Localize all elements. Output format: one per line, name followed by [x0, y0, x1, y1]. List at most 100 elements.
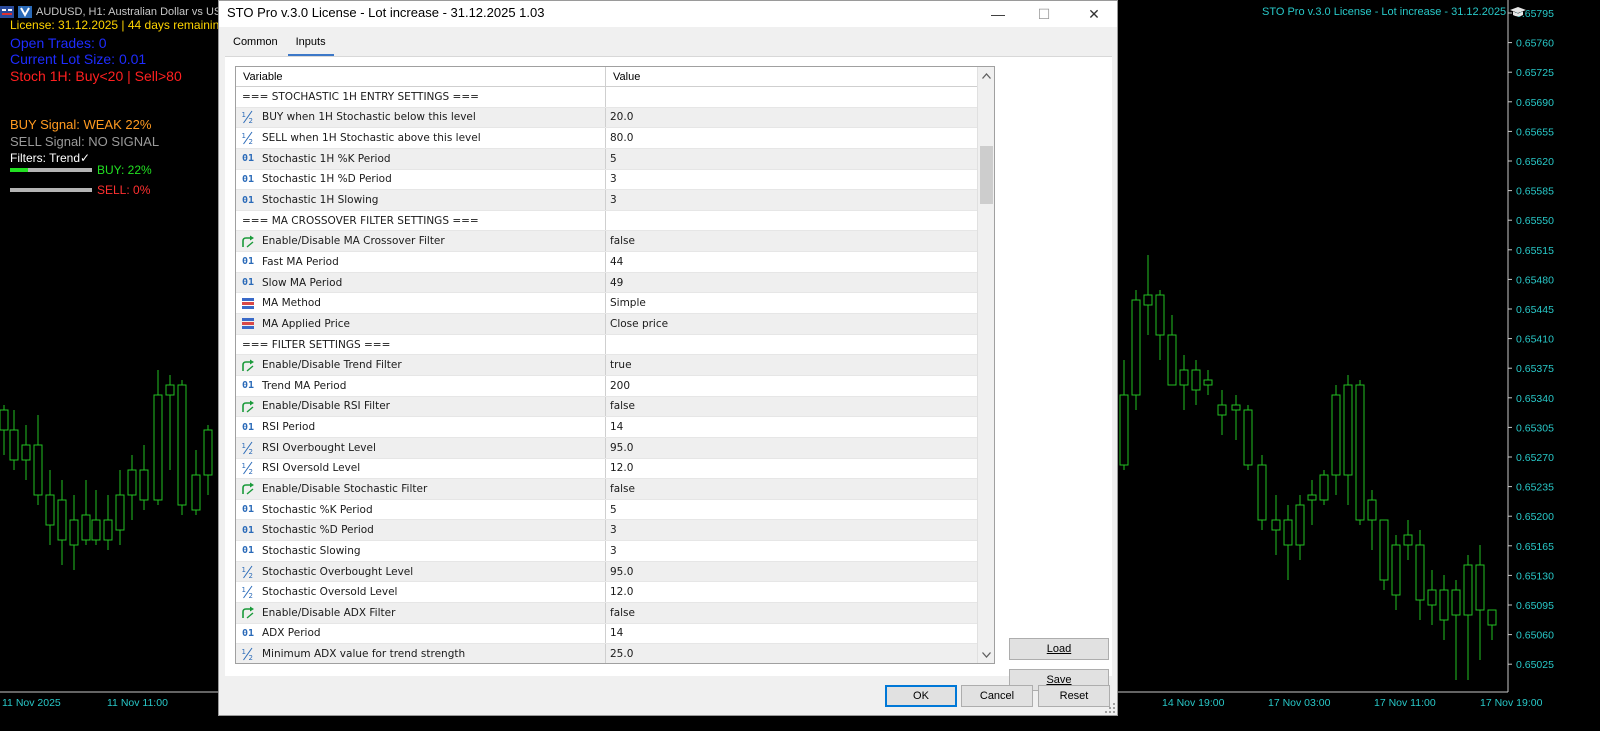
- value-cell[interactable]: 95.0: [606, 562, 977, 582]
- one-click-trading-icon[interactable]: [0, 6, 14, 18]
- input-row[interactable]: 01 Stochastic 1H Slowing 3: [236, 190, 977, 211]
- value-cell[interactable]: 3: [606, 541, 977, 561]
- time-label: 14 Nov 19:00: [1162, 697, 1225, 709]
- input-row[interactable]: 1 2 Minimum ADX value for trend strength 25…: [236, 644, 977, 663]
- value-cell[interactable]: 5: [606, 500, 977, 520]
- value-cell[interactable]: 80.0: [606, 128, 977, 148]
- variable-name: Stochastic %D Period: [262, 524, 374, 537]
- value-cell[interactable]: 200: [606, 376, 977, 396]
- input-row[interactable]: 1 2 Stochastic Overbought Level 95.0: [236, 561, 977, 583]
- load-button[interactable]: Load: [1009, 638, 1109, 660]
- variable-name: Enable/Disable Stochastic Filter: [262, 482, 428, 495]
- integer-icon: 01: [241, 545, 255, 557]
- input-row[interactable]: Enable/Disable RSI Filter false: [236, 396, 977, 418]
- column-header-value[interactable]: Value: [606, 67, 640, 87]
- value-cell[interactable]: 14: [606, 624, 977, 644]
- cancel-button[interactable]: Cancel: [961, 685, 1033, 707]
- value-cell[interactable]: 14: [606, 417, 977, 437]
- variable-name: Stochastic Oversold Level: [262, 586, 398, 599]
- input-row[interactable]: 1 2 Stochastic Oversold Level 12.0: [236, 582, 977, 604]
- candle-body: [1307, 494, 1317, 501]
- value-cell[interactable]: [606, 211, 977, 231]
- variable-cell: MA Method: [236, 293, 606, 314]
- enum-list-icon: [240, 296, 256, 310]
- input-row[interactable]: 01 Stochastic %K Period 5: [236, 499, 977, 521]
- value-cell[interactable]: 25.0: [606, 644, 977, 663]
- variable-cell: Enable/Disable Trend Filter: [236, 355, 606, 375]
- vertical-scrollbar[interactable]: [977, 67, 994, 663]
- ok-button[interactable]: OK: [885, 685, 957, 707]
- input-row[interactable]: 01 Stochastic %D Period 3: [236, 520, 977, 542]
- input-row[interactable]: 01 Slow MA Period 49: [236, 272, 977, 294]
- value-cell[interactable]: [606, 87, 977, 107]
- variable-name: === MA CROSSOVER FILTER SETTINGS ===: [242, 214, 479, 227]
- price-label: 0.65655: [1516, 126, 1554, 138]
- input-row[interactable]: 1 2 BUY when 1H Stochastic below this leve…: [236, 107, 977, 129]
- tab-common[interactable]: Common: [225, 32, 286, 56]
- variable-name: Enable/Disable MA Crossover Filter: [262, 235, 445, 248]
- value-cell[interactable]: false: [606, 231, 977, 251]
- value-cell[interactable]: Simple: [606, 293, 977, 313]
- input-row[interactable]: 01 RSI Period 14: [236, 417, 977, 438]
- reset-button[interactable]: Reset: [1038, 685, 1110, 707]
- tab-inputs[interactable]: Inputs: [287, 32, 334, 56]
- value-cell[interactable]: 3: [606, 170, 977, 190]
- svg-text:2: 2: [249, 138, 253, 145]
- scroll-thumb[interactable]: [980, 146, 993, 204]
- scroll-up-arrow-icon[interactable]: [978, 67, 994, 84]
- value-cell[interactable]: 12.0: [606, 459, 977, 479]
- section-header-row[interactable]: === STOCHASTIC 1H ENTRY SETTINGS ===: [236, 87, 977, 108]
- section-header-row[interactable]: === MA CROSSOVER FILTER SETTINGS ===: [236, 210, 977, 232]
- input-row[interactable]: Enable/Disable Stochastic Filter false: [236, 479, 977, 500]
- column-header-variable[interactable]: Variable: [236, 67, 606, 87]
- svg-text:1: 1: [242, 442, 246, 450]
- input-row[interactable]: Enable/Disable Trend Filter true: [236, 355, 977, 376]
- value-cell[interactable]: 12.0: [606, 582, 977, 602]
- candle-body: [115, 494, 125, 531]
- maximize-button[interactable]: ☐: [1021, 1, 1067, 27]
- input-row[interactable]: 01 Fast MA Period 44: [236, 252, 977, 273]
- value-cell[interactable]: 20.0: [606, 108, 977, 128]
- input-row[interactable]: 01 Trend MA Period 200: [236, 375, 977, 397]
- input-row[interactable]: 01 ADX Period 14: [236, 623, 977, 645]
- price-label: 0.65620: [1516, 156, 1554, 168]
- value-cell[interactable]: 3: [606, 190, 977, 210]
- input-row[interactable]: 01 Stochastic 1H %K Period 5: [236, 148, 977, 170]
- value-cell[interactable]: 95.0: [606, 438, 977, 458]
- input-row[interactable]: Enable/Disable MA Crossover Filter false: [236, 231, 977, 253]
- input-row[interactable]: 01 Stochastic Slowing 3: [236, 541, 977, 562]
- inputs-grid: Variable Value === STOCHASTIC 1H ENTRY S…: [235, 66, 995, 664]
- value-cell[interactable]: 5: [606, 149, 977, 169]
- variable-name: Stochastic Overbought Level: [262, 565, 414, 578]
- resize-grip-icon[interactable]: [1105, 703, 1115, 713]
- value-cell[interactable]: true: [606, 355, 977, 375]
- value-cell[interactable]: 3: [606, 520, 977, 540]
- minimize-button[interactable]: —: [975, 1, 1021, 27]
- input-row[interactable]: 01 Stochastic 1H %D Period 3: [236, 169, 977, 191]
- variable-name: RSI Overbought Level: [262, 441, 376, 454]
- value-cell[interactable]: false: [606, 479, 977, 499]
- svg-text:1: 1: [242, 132, 246, 140]
- input-row[interactable]: MA Method Simple: [236, 293, 977, 315]
- integer-icon: 01: [241, 504, 255, 516]
- value-cell[interactable]: 49: [606, 273, 977, 293]
- input-row[interactable]: 1 2 RSI Overbought Level 95.0: [236, 437, 977, 459]
- value-cell[interactable]: [606, 335, 977, 355]
- section-header-row[interactable]: === FILTER SETTINGS ===: [236, 334, 977, 356]
- value-cell[interactable]: 44: [606, 252, 977, 272]
- scroll-down-arrow-icon[interactable]: [978, 646, 994, 663]
- variable-name: BUY when 1H Stochastic below this level: [262, 111, 476, 124]
- close-button[interactable]: ✕: [1071, 1, 1117, 27]
- value-cell[interactable]: false: [606, 397, 977, 417]
- value-cell[interactable]: Close price: [606, 314, 977, 334]
- input-row[interactable]: 1 2 RSI Oversold Level 12.0: [236, 458, 977, 480]
- input-row[interactable]: 1 2 SELL when 1H Stochastic above this lev…: [236, 128, 977, 149]
- input-row[interactable]: Enable/Disable ADX Filter false: [236, 603, 977, 624]
- input-row[interactable]: MA Applied Price Close price: [236, 314, 977, 335]
- variable-cell: 01 RSI Period: [236, 417, 606, 437]
- boolean-arrow-icon: [240, 358, 256, 372]
- dialog-titlebar[interactable]: STO Pro v.3.0 License - Lot increase - 3…: [219, 1, 1117, 27]
- expert-advisor-icon[interactable]: [18, 6, 32, 18]
- time-label: 17 Nov 19:00: [1480, 697, 1543, 709]
- value-cell[interactable]: false: [606, 603, 977, 623]
